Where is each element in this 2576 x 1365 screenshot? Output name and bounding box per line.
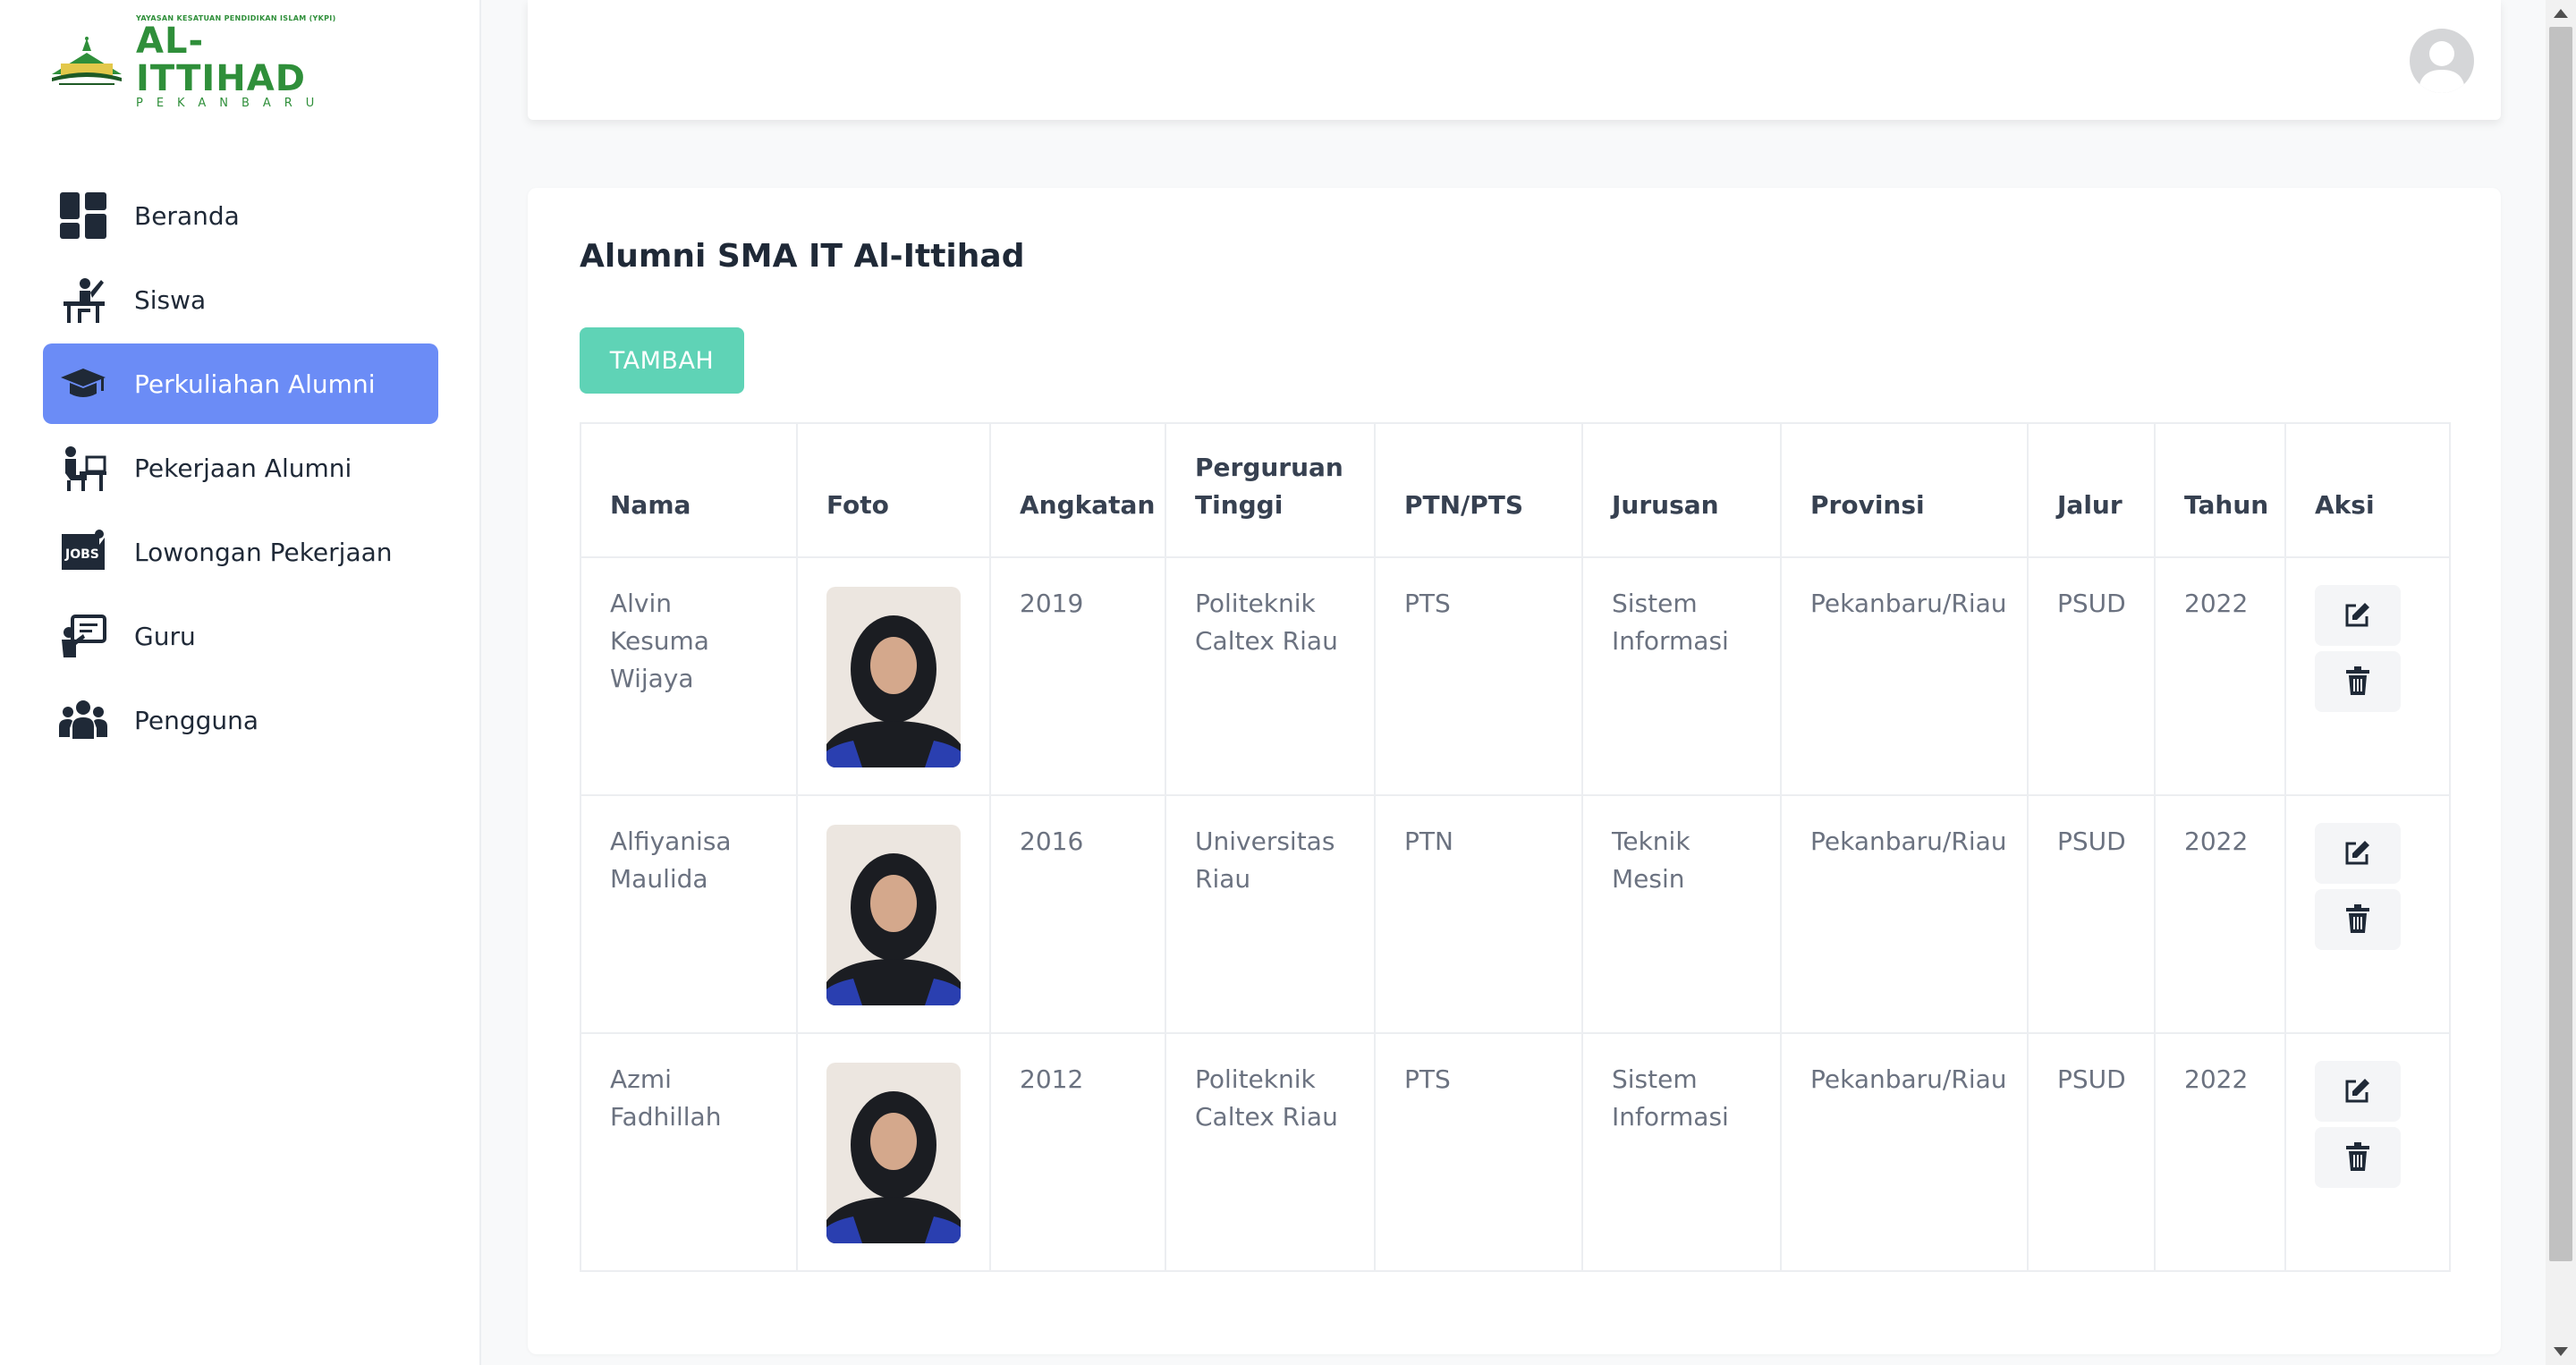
table-row: Alfiyanisa Maulida 2016 Universitas Riau… bbox=[580, 794, 2451, 1034]
cell-angkatan: 2012 bbox=[989, 1032, 1166, 1272]
edit-button[interactable] bbox=[2315, 823, 2401, 884]
sidebar-item-beranda[interactable]: Beranda bbox=[43, 175, 438, 256]
cell-ptn-pts: PTS bbox=[1374, 556, 1583, 796]
edit-icon bbox=[2343, 600, 2372, 632]
cell-perguruan-tinggi: Politeknik Caltex Riau bbox=[1165, 556, 1376, 796]
brand-city: PEKANBARU bbox=[136, 96, 328, 110]
cell-provinsi: Pekanbaru/Riau bbox=[1780, 556, 2029, 796]
sidebar-item-label: Pengguna bbox=[134, 705, 259, 735]
avatar[interactable] bbox=[2410, 29, 2474, 93]
sidebar-item-lowongan-pekerjaan[interactable]: JOBS Lowongan Pekerjaan bbox=[43, 512, 438, 592]
cell-jurusan: Sistem Informasi bbox=[1581, 1032, 1782, 1272]
cell-foto bbox=[796, 1032, 991, 1272]
cell-foto bbox=[796, 556, 991, 796]
table-row: Alvin Kesuma Wijaya 2019 Politeknik Calt… bbox=[580, 556, 2451, 796]
logo-emblem-icon bbox=[48, 35, 125, 89]
edit-button[interactable] bbox=[2315, 585, 2401, 646]
brand-logo[interactable]: YAYASAN KESATUAN PENDIDIKAN ISLAM (YKPI)… bbox=[48, 14, 352, 109]
trash-icon bbox=[2346, 666, 2369, 698]
cell-ptn-pts: PTN bbox=[1374, 794, 1583, 1034]
alumni-photo[interactable] bbox=[826, 825, 961, 1005]
cell-angkatan: 2019 bbox=[989, 556, 1166, 796]
sidebar-item-label: Lowongan Pekerjaan bbox=[134, 537, 393, 567]
alumni-photo[interactable] bbox=[826, 587, 961, 767]
brand-name: AL-ITTIHAD bbox=[136, 20, 306, 99]
cell-angkatan: 2016 bbox=[989, 794, 1166, 1034]
sidebar-item-pengguna[interactable]: Pengguna bbox=[43, 680, 438, 760]
sidebar-item-label: Guru bbox=[134, 621, 196, 651]
cell-ptn-pts: PTS bbox=[1374, 1032, 1583, 1272]
delete-button[interactable] bbox=[2315, 889, 2401, 950]
column-header[interactable]: Jurusan bbox=[1581, 422, 1782, 558]
column-header: Aksi bbox=[2284, 422, 2451, 558]
cell-jurusan: Teknik Mesin bbox=[1581, 794, 1782, 1034]
edit-icon bbox=[2343, 838, 2372, 869]
cell-foto bbox=[796, 794, 991, 1034]
cell-jurusan: Sistem Informasi bbox=[1581, 556, 1782, 796]
scroll-up-arrow-icon[interactable] bbox=[2554, 9, 2568, 18]
cell-tahun: 2022 bbox=[2154, 794, 2286, 1034]
cell-nama: Azmi Fadhillah bbox=[580, 1032, 798, 1272]
column-header[interactable]: Perguruan Tinggi bbox=[1165, 422, 1376, 558]
sidebar-item-perkuliahan-alumni[interactable]: Perkuliahan Alumni bbox=[43, 343, 438, 424]
sidebar-item-pekerjaan-alumni[interactable]: Pekerjaan Alumni bbox=[43, 428, 438, 508]
cell-nama: Alvin Kesuma Wijaya bbox=[580, 556, 798, 796]
column-header[interactable]: Provinsi bbox=[1780, 422, 2029, 558]
cell-aksi bbox=[2284, 1032, 2451, 1272]
cell-tahun: 2022 bbox=[2154, 1032, 2286, 1272]
cell-jalur: PSUD bbox=[2027, 1032, 2156, 1272]
svg-text:JOBS: JOBS bbox=[64, 547, 99, 562]
jobs-icon: JOBS bbox=[59, 528, 107, 576]
table-row: Azmi Fadhillah 2012 Politeknik Caltex Ri… bbox=[580, 1032, 2451, 1272]
scroll-down-arrow-icon[interactable] bbox=[2554, 1347, 2568, 1356]
sidebar-nav: Beranda Siswa Perkuliahan Alumni Pekerja… bbox=[43, 175, 438, 764]
edit-button[interactable] bbox=[2315, 1061, 2401, 1122]
sidebar-item-siswa[interactable]: Siswa bbox=[43, 259, 438, 340]
delete-button[interactable] bbox=[2315, 1127, 2401, 1188]
table-header-row: Nama Foto Angkatan Perguruan Tinggi PTN/… bbox=[580, 422, 2451, 558]
sidebar: YAYASAN KESATUAN PENDIDIKAN ISLAM (YKPI)… bbox=[0, 0, 481, 1365]
alumni-card: Alumni SMA IT Al-Ittihad TAMBAH Nama Fot… bbox=[528, 188, 2501, 1354]
delete-button[interactable] bbox=[2315, 651, 2401, 712]
page-title: Alumni SMA IT Al-Ittihad bbox=[580, 238, 1025, 275]
top-bar bbox=[528, 0, 2501, 120]
sidebar-item-guru[interactable]: Guru bbox=[43, 596, 438, 676]
cell-perguruan-tinggi: Politeknik Caltex Riau bbox=[1165, 1032, 1376, 1272]
users-icon bbox=[59, 696, 107, 744]
scrollbar-thumb[interactable] bbox=[2549, 27, 2572, 1261]
column-header[interactable]: Foto bbox=[796, 422, 991, 558]
cell-nama: Alfiyanisa Maulida bbox=[580, 794, 798, 1034]
column-header[interactable]: Jalur bbox=[2027, 422, 2156, 558]
sidebar-item-label: Pekerjaan Alumni bbox=[134, 453, 352, 483]
student-desk-icon bbox=[59, 276, 107, 324]
trash-icon bbox=[2346, 903, 2369, 936]
worker-laptop-icon bbox=[59, 444, 107, 492]
cell-provinsi: Pekanbaru/Riau bbox=[1780, 794, 2029, 1034]
graduation-cap-icon bbox=[59, 360, 107, 408]
alumni-photo[interactable] bbox=[826, 1063, 961, 1243]
teacher-board-icon bbox=[59, 612, 107, 660]
cell-aksi bbox=[2284, 794, 2451, 1034]
edit-icon bbox=[2343, 1076, 2372, 1107]
sidebar-item-label: Perkuliahan Alumni bbox=[134, 369, 376, 399]
column-header[interactable]: PTN/PTS bbox=[1374, 422, 1583, 558]
column-header[interactable]: Tahun bbox=[2154, 422, 2286, 558]
cell-provinsi: Pekanbaru/Riau bbox=[1780, 1032, 2029, 1272]
cell-aksi bbox=[2284, 556, 2451, 796]
dashboard-icon bbox=[59, 191, 107, 240]
cell-jalur: PSUD bbox=[2027, 556, 2156, 796]
sidebar-item-label: Beranda bbox=[134, 200, 240, 231]
cell-jalur: PSUD bbox=[2027, 794, 2156, 1034]
alumni-table: Nama Foto Angkatan Perguruan Tinggi PTN/… bbox=[580, 422, 2451, 1272]
trash-icon bbox=[2346, 1141, 2369, 1174]
column-header[interactable]: Nama bbox=[580, 422, 798, 558]
cell-tahun: 2022 bbox=[2154, 556, 2286, 796]
add-button[interactable]: TAMBAH bbox=[580, 327, 744, 394]
column-header[interactable]: Angkatan bbox=[989, 422, 1166, 558]
cell-perguruan-tinggi: Universitas Riau bbox=[1165, 794, 1376, 1034]
sidebar-item-label: Siswa bbox=[134, 284, 207, 315]
page-scrollbar[interactable] bbox=[2546, 0, 2576, 1365]
